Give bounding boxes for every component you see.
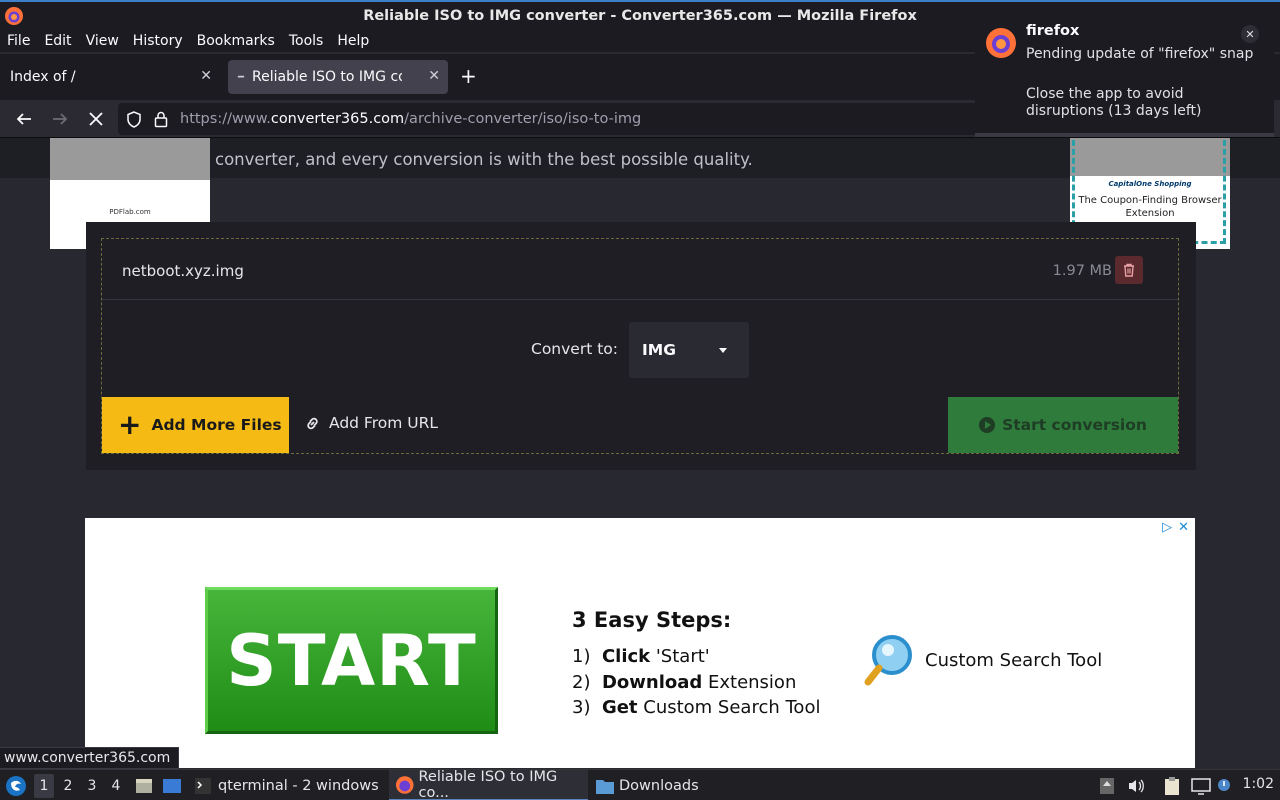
delete-file-button[interactable] bbox=[1115, 256, 1143, 284]
back-icon[interactable] bbox=[13, 108, 35, 130]
info-icon[interactable] bbox=[1217, 770, 1231, 800]
add-url-label: Add From URL bbox=[329, 414, 439, 432]
url-domain: converter365.com bbox=[270, 111, 405, 127]
volume-icon[interactable] bbox=[1127, 770, 1145, 800]
close-icon[interactable]: ✕ bbox=[1178, 520, 1189, 535]
notification[interactable]: firefox Pending update of "firefox" snap… bbox=[975, 7, 1274, 137]
trash-icon bbox=[1124, 263, 1134, 277]
menu-view[interactable]: View bbox=[86, 33, 119, 49]
workspace-3[interactable]: 3 bbox=[82, 774, 102, 798]
folder-icon bbox=[596, 779, 614, 794]
add-files-label: Add More Files bbox=[151, 416, 282, 434]
firefox-icon bbox=[986, 28, 1016, 58]
file-manager-icon[interactable] bbox=[135, 770, 153, 800]
clock: 1:02 bbox=[1242, 776, 1274, 792]
workspace-1[interactable]: 1 bbox=[34, 774, 54, 798]
format-select[interactable]: IMG bbox=[629, 322, 749, 378]
workspace-4[interactable]: 4 bbox=[106, 774, 126, 798]
add-from-url-button[interactable]: Add From URL bbox=[304, 414, 438, 432]
close-icon[interactable]: ✕ bbox=[1241, 25, 1259, 43]
tab-index[interactable]: Index of / ✕ bbox=[0, 60, 220, 94]
display-icon[interactable] bbox=[1191, 770, 1211, 800]
menu-file[interactable]: File bbox=[7, 33, 30, 49]
ad-right-brand: CapitalOne Shopping bbox=[1108, 180, 1192, 188]
step-1: 1) Click 'Start' bbox=[572, 646, 710, 667]
new-tab-icon[interactable]: + bbox=[460, 64, 477, 88]
forward-icon[interactable] bbox=[49, 108, 71, 130]
url-prefix: https://www. bbox=[180, 111, 271, 127]
step-2: 2) Download Extension bbox=[572, 672, 797, 693]
file-size: 1.97 MB bbox=[1052, 263, 1112, 279]
notification-line-2: Close the app to avoid disruptions (13 d… bbox=[1026, 86, 1202, 119]
notification-app: firefox bbox=[1026, 23, 1080, 39]
ad-left-label: PDFlab.com bbox=[109, 208, 151, 216]
clipboard-icon[interactable] bbox=[1163, 770, 1181, 800]
ad-start-button[interactable]: START bbox=[205, 587, 498, 734]
file-name: netboot.xyz.img bbox=[122, 262, 244, 280]
workspace-2[interactable]: 2 bbox=[58, 774, 78, 798]
play-icon bbox=[979, 417, 996, 433]
tray-update-icon[interactable] bbox=[1099, 770, 1115, 800]
loading-icon: ━ bbox=[238, 71, 245, 83]
ad-bottom[interactable]: ▷ ✕ START 3 Easy Steps: 1) Click 'Start'… bbox=[85, 518, 1195, 768]
step-3: 3) Get Custom Search Tool bbox=[572, 697, 821, 718]
ad-right-text: The Coupon-Finding Browser Extension bbox=[1078, 195, 1222, 219]
lock-icon[interactable] bbox=[154, 111, 168, 128]
close-icon[interactable]: ✕ bbox=[428, 68, 440, 84]
caret-down-icon bbox=[719, 348, 727, 353]
start-label: Start conversion bbox=[1002, 416, 1147, 434]
window-title: Reliable ISO to IMG converter - Converte… bbox=[363, 8, 917, 24]
url-bar[interactable]: https://www. converter365.com/archive-con… bbox=[118, 103, 978, 135]
firefox-icon bbox=[395, 775, 414, 794]
taskbar-firefox[interactable]: Reliable ISO to IMG co... bbox=[389, 769, 588, 800]
steps-title: 3 Easy Steps: bbox=[572, 608, 732, 632]
notification-line-1: Pending update of "firefox" snap bbox=[1026, 46, 1254, 62]
taskbar-downloads[interactable]: Downloads bbox=[595, 770, 699, 800]
page-content: converter, and every conversion is with … bbox=[0, 138, 1280, 768]
plus-icon: + bbox=[118, 408, 142, 441]
firefox-icon bbox=[5, 7, 23, 25]
tab-label: Reliable ISO to IMG converter bbox=[252, 69, 402, 85]
status-url: www.converter365.com bbox=[0, 747, 180, 769]
tab-label: Index of / bbox=[10, 69, 76, 85]
taskbar-terminal[interactable]: qterminal - 2 windows bbox=[194, 770, 379, 800]
file-row: netboot.xyz.img 1.97 MB bbox=[102, 248, 1178, 300]
adchoices-icon[interactable]: ▷ bbox=[1162, 520, 1172, 535]
taskbar: 1 2 3 4 qterminal - 2 windows Reliable I… bbox=[0, 769, 1280, 800]
add-more-files-button[interactable]: + Add More Files bbox=[102, 397, 289, 453]
custom-search-tool-label: Custom Search Tool bbox=[925, 650, 1103, 671]
menu-edit[interactable]: Edit bbox=[44, 33, 71, 49]
terminal-icon bbox=[195, 777, 211, 794]
shield-icon[interactable] bbox=[126, 111, 142, 128]
close-icon[interactable]: ✕ bbox=[200, 68, 212, 84]
menu-help[interactable]: Help bbox=[337, 33, 369, 49]
tab-converter[interactable]: ━ Reliable ISO to IMG converter ✕ bbox=[228, 60, 448, 94]
url-path: /archive-converter/iso/iso-to-img bbox=[404, 111, 642, 127]
link-icon bbox=[307, 417, 318, 429]
menu-bookmarks[interactable]: Bookmarks bbox=[197, 33, 275, 49]
menu-history[interactable]: History bbox=[133, 33, 183, 49]
magnifier-icon bbox=[864, 635, 912, 686]
stop-icon[interactable] bbox=[85, 108, 107, 130]
ad-image bbox=[50, 138, 210, 180]
hero-text: converter, and every conversion is with … bbox=[215, 150, 753, 169]
app-menu-icon[interactable] bbox=[5, 770, 27, 800]
ad-choices[interactable]: ▷ ✕ bbox=[1162, 520, 1189, 535]
menu-tools[interactable]: Tools bbox=[289, 33, 324, 49]
convert-to-label: Convert to: bbox=[531, 340, 618, 358]
desktop-icon[interactable] bbox=[162, 770, 182, 800]
format-value: IMG bbox=[642, 341, 676, 359]
start-conversion-button[interactable]: Start conversion bbox=[948, 397, 1178, 453]
